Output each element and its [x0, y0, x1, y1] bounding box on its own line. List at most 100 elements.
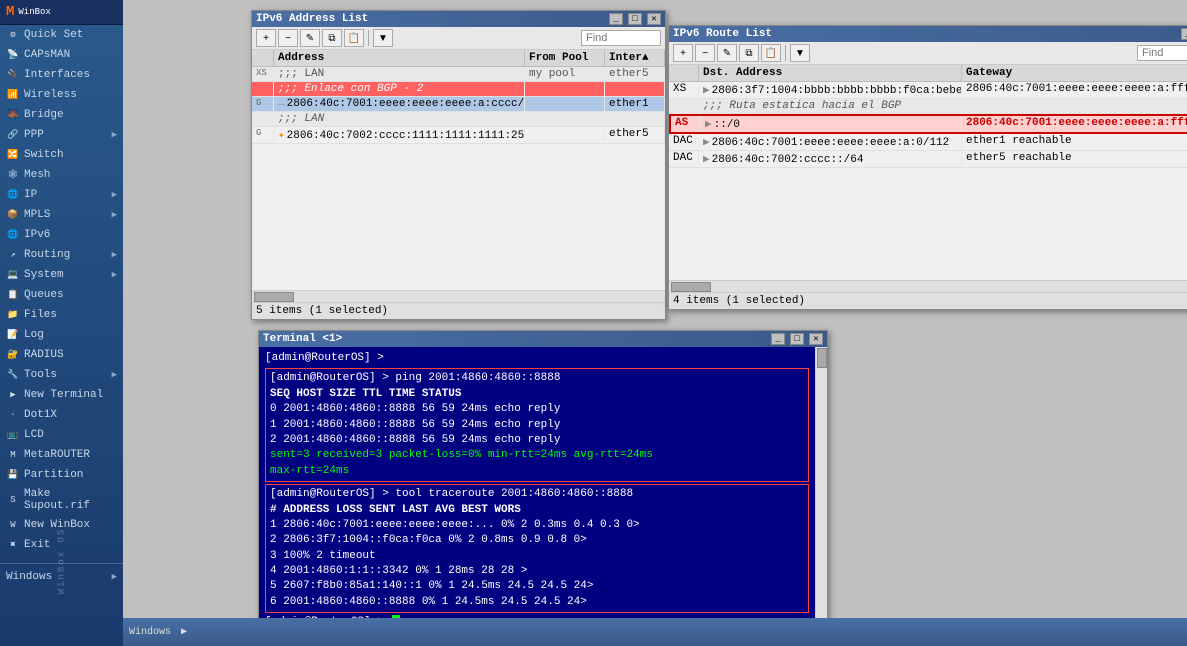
ipv6-addr-minimize-button[interactable]: _ [609, 13, 623, 25]
terminal-maximize-button[interactable]: □ [790, 333, 804, 345]
ipv6-icon: 🌐 [6, 228, 20, 242]
table-row[interactable]: XS ;;; LAN my pool ether5 [252, 67, 665, 82]
table-row[interactable]: G ✦2806:40c:7002:cccc:1111:1111:1111:254… [252, 127, 665, 144]
sidebar-item-routing[interactable]: ↗ Routing ▶ [0, 245, 123, 265]
table-row[interactable]: ;;; Enlace con BGP - 2 [252, 82, 665, 97]
mikrotik-logo: M [6, 4, 14, 20]
sidebar-item-log[interactable]: 📝 Log [0, 325, 123, 345]
ipv6-route-scrollbar-h[interactable] [669, 280, 1187, 292]
row-dst: ▶2806:3f7:1004:bbbb:bbbb:bbbb:f0ca:bebe [699, 82, 962, 98]
ipv6-route-find-input[interactable] [1137, 45, 1187, 61]
sidebar-item-system[interactable]: 💻 System ▶ [0, 265, 123, 285]
traceroute-row-3: 4 2001:4860:1:1::3342 0% 1 28ms 28 28 > [270, 564, 804, 579]
sidebar: M WinBox ⚙ Quick Set 📡 CAPsMAN 🔌 Interfa… [0, 0, 123, 646]
ipv6-addr-remove-button[interactable]: − [278, 29, 298, 47]
sidebar-item-quickset[interactable]: ⚙ Quick Set [0, 25, 123, 45]
ipv6-route-edit-button[interactable]: ✎ [717, 44, 737, 62]
ipv6-addr-table: Address From Pool Inter▲ XS ;;; LAN my p… [252, 50, 665, 290]
sidebar-item-ip[interactable]: 🌐 IP ▶ [0, 185, 123, 205]
ipv6-addr-close-button[interactable]: ✕ [647, 13, 661, 25]
table-row[interactable]: DAC ▶2806:40c:7002:cccc::/64 ether5 reac… [669, 151, 1187, 168]
sidebar-item-mpls[interactable]: 📦 MPLS ▶ [0, 205, 123, 225]
sidebar-logo: M WinBox [0, 0, 123, 25]
sidebar-item-mesh[interactable]: 🕸 Mesh [0, 165, 123, 185]
switch-icon: 🔀 [6, 148, 20, 162]
ipv6-route-copy-button[interactable]: ⧉ [739, 44, 759, 62]
ipv6-route-titlebar[interactable]: IPv6 Route List _ □ ✕ [669, 26, 1187, 42]
scrollbar-thumb-v[interactable] [817, 348, 827, 368]
ipv6-addr-add-button[interactable]: + [256, 29, 276, 47]
ipv6-route-paste-button[interactable]: 📋 [761, 44, 781, 62]
interfaces-icon: 🔌 [6, 68, 20, 82]
terminal-window: Terminal <1> _ □ ✕ [admin@RouterOS] > [a… [258, 330, 828, 635]
sidebar-item-files[interactable]: 📁 Files [0, 305, 123, 325]
row-from-pool [525, 97, 605, 111]
terminal-scrollbar-v[interactable] [815, 347, 827, 634]
sidebar-item-dot1x[interactable]: · Dot1X [0, 405, 123, 425]
table-row[interactable]: DAC ▶2806:40c:7001:eeee:eeee:eeee:a:0/11… [669, 134, 1187, 151]
sidebar-item-wireless[interactable]: 📶 Wireless [0, 85, 123, 105]
scrollbar-thumb[interactable] [254, 292, 294, 302]
ipv6-addr-filter-button[interactable]: ▼ [373, 29, 393, 47]
row-group-label: ;;; Ruta estatica hacia el BGP [699, 99, 962, 113]
sidebar-item-capsman[interactable]: 📡 CAPsMAN [0, 45, 123, 65]
table-row[interactable]: G →2806:40c:7001:eeee:eeee:eeee:a:cccc/1… [252, 97, 665, 112]
traceroute-row-5: 6 2001:4860:4860::8888 0% 1 24.5ms 24.5 … [270, 595, 804, 610]
sidebar-item-partition[interactable]: 💾 Partition [0, 465, 123, 485]
ipv6-addr-titlebar[interactable]: IPv6 Address List _ □ ✕ [252, 11, 665, 27]
col-from-pool: From Pool [525, 50, 605, 66]
terminal-close-button[interactable]: ✕ [809, 333, 823, 345]
sidebar-item-interfaces[interactable]: 🔌 Interfaces [0, 65, 123, 85]
ping-row-1: 1 2001:4860:4860::8888 56 59 24ms echo r… [270, 418, 804, 433]
toolbar-separator [368, 30, 369, 46]
terminal-minimize-button[interactable]: _ [771, 333, 785, 345]
sidebar-item-tools[interactable]: 🔧 Tools ▶ [0, 365, 123, 385]
mpls-arrow: ▶ [112, 210, 117, 220]
table-row[interactable]: ;;; LAN [252, 112, 665, 127]
sidebar-item-ppp[interactable]: 🔗 PPP ▶ [0, 125, 123, 145]
sidebar-item-new-terminal[interactable]: ▶ New Terminal [0, 385, 123, 405]
ipv6-addr-edit-button[interactable]: ✎ [300, 29, 320, 47]
sidebar-item-switch[interactable]: 🔀 Switch [0, 145, 123, 165]
ipv6-route-table-header: Dst. Address Gateway [669, 65, 1187, 82]
sidebar-logo-text: WinBox [18, 7, 50, 17]
toolbar-separator [785, 45, 786, 61]
row-flag [252, 82, 274, 96]
sidebar-item-ipv6[interactable]: 🌐 IPv6 [0, 225, 123, 245]
sidebar-item-bridge[interactable]: 🌉 Bridge [0, 105, 123, 125]
system-arrow: ▶ [112, 270, 117, 280]
ipv6-route-filter-button[interactable]: ▼ [790, 44, 810, 62]
sidebar-item-lcd[interactable]: 📺 LCD [0, 425, 123, 445]
ip-icon: 🌐 [6, 188, 20, 202]
sidebar-item-queues[interactable]: 📋 Queues [0, 285, 123, 305]
row-gateway: ether5 reachable [962, 151, 1187, 167]
tools-icon: 🔧 [6, 368, 20, 382]
table-row[interactable]: XS ▶2806:3f7:1004:bbbb:bbbb:bbbb:f0ca:be… [669, 82, 1187, 99]
scrollbar-thumb[interactable] [671, 282, 711, 292]
ipv6-addr-paste-button[interactable]: 📋 [344, 29, 364, 47]
row-address: ✦2806:40c:7002:cccc:1111:1111:1111:254/6… [274, 127, 525, 143]
ipv6-addr-maximize-button[interactable]: □ [628, 13, 642, 25]
sidebar-item-radius[interactable]: 🔐 RADIUS [0, 345, 123, 365]
row-address: →2806:40c:7001:eeee:eeee:eeee:a:cccc/112 [274, 97, 525, 111]
ipv6-addr-copy-button[interactable]: ⧉ [322, 29, 342, 47]
ping-row-2: 2 2001:4860:4860::8888 56 59 24ms echo r… [270, 433, 804, 448]
row-flag: DAC [669, 134, 699, 150]
table-row[interactable]: AS ▶::/0 2806:40c:7001:eeee:eeee:eeee:a:… [669, 114, 1187, 134]
ipv6-addr-find-input[interactable] [581, 30, 661, 46]
terminal-content[interactable]: [admin@RouterOS] > [admin@RouterOS] > pi… [259, 347, 815, 634]
ipv6-route-add-button[interactable]: + [673, 44, 693, 62]
row-from-pool: my pool [525, 67, 605, 81]
row-gateway [962, 99, 1187, 113]
ping-summary2: max-rtt=24ms [270, 464, 804, 479]
ipv6-route-remove-button[interactable]: − [695, 44, 715, 62]
row-flag: XS [669, 82, 699, 98]
ipv6-route-minimize-button[interactable]: _ [1181, 28, 1187, 40]
sidebar-item-metarouter[interactable]: M MetaROUTER [0, 445, 123, 465]
row-interface: ether5 [605, 67, 665, 81]
col-gateway: Gateway [962, 65, 1187, 81]
terminal-titlebar[interactable]: Terminal <1> _ □ ✕ [259, 331, 827, 347]
ipv6-addr-scrollbar-h[interactable] [252, 290, 665, 302]
windows-bar-label: Windows [125, 627, 175, 638]
table-row[interactable]: ;;; Ruta estatica hacia el BGP [669, 99, 1187, 114]
